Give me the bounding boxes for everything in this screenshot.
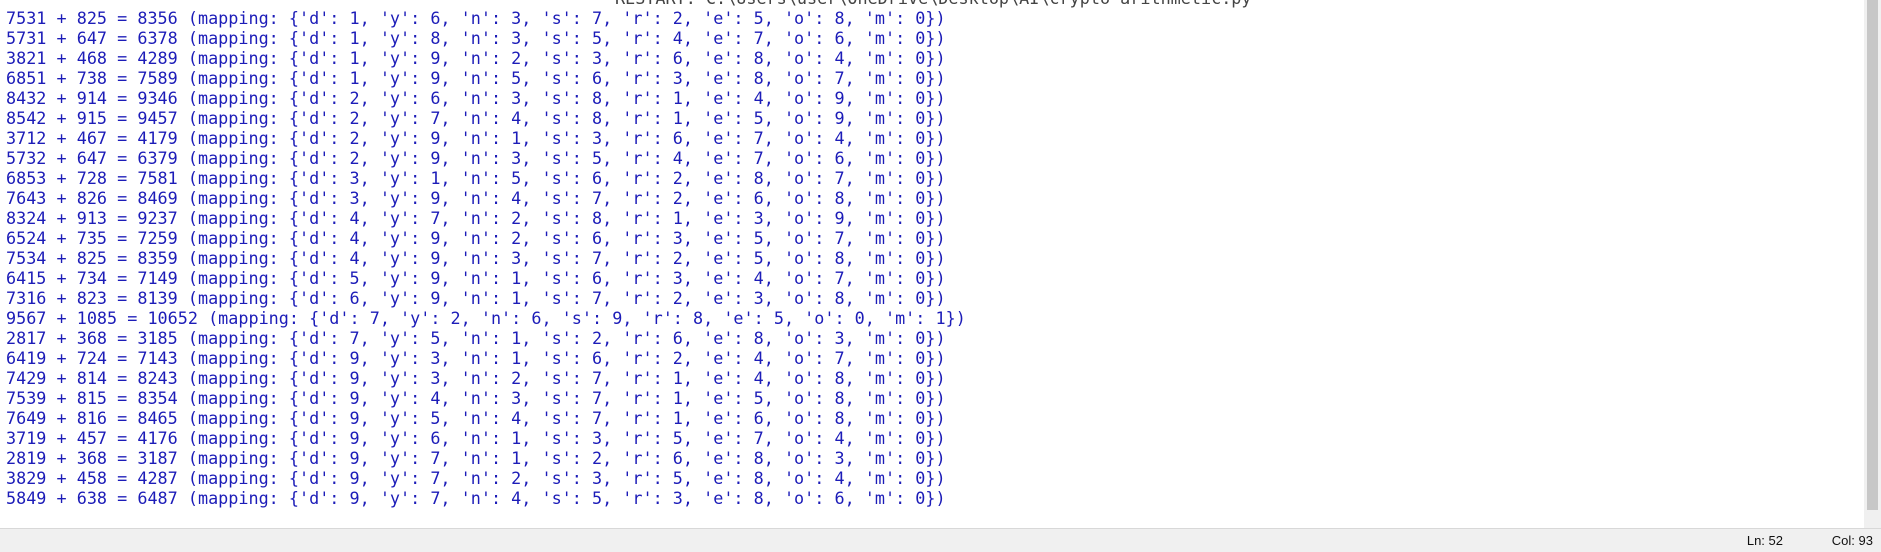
output-line: 5732 + 647 = 6379 (mapping: {'d': 2, 'y'… xyxy=(6,148,946,168)
output-line: 7649 + 816 = 8465 (mapping: {'d': 9, 'y'… xyxy=(6,408,946,428)
output-line: 6851 + 738 = 7589 (mapping: {'d': 1, 'y'… xyxy=(6,68,946,88)
output-line: 3829 + 458 = 4287 (mapping: {'d': 9, 'y'… xyxy=(6,468,946,488)
output-line: 7531 + 825 = 8356 (mapping: {'d': 1, 'y'… xyxy=(6,8,946,28)
status-bar: Ln: 52 Col: 93 xyxy=(0,529,1881,552)
output-line: 2819 + 368 = 3187 (mapping: {'d': 9, 'y'… xyxy=(6,448,946,468)
output-line: 7429 + 814 = 8243 (mapping: {'d': 9, 'y'… xyxy=(6,368,946,388)
output-line: 8542 + 915 = 9457 (mapping: {'d': 2, 'y'… xyxy=(6,108,946,128)
output-line: 6419 + 724 = 7143 (mapping: {'d': 9, 'y'… xyxy=(6,348,946,368)
output-line: 6415 + 734 = 7149 (mapping: {'d': 5, 'y'… xyxy=(6,268,946,288)
line-number-indicator: Ln: 52 xyxy=(1746,533,1783,548)
output-line: 3821 + 468 = 4289 (mapping: {'d': 1, 'y'… xyxy=(6,48,946,68)
restart-header-line: RESTART: C:\Users\user\OneDrive\Desktop\… xyxy=(615,0,1252,8)
output-line: 3719 + 457 = 4176 (mapping: {'d': 9, 'y'… xyxy=(6,428,946,448)
output-line: 7643 + 826 = 8469 (mapping: {'d': 3, 'y'… xyxy=(6,188,946,208)
output-line: 6524 + 735 = 7259 (mapping: {'d': 4, 'y'… xyxy=(6,228,946,248)
scrollbar-thumb[interactable] xyxy=(1867,0,1878,510)
output-line: 2817 + 368 = 3185 (mapping: {'d': 7, 'y'… xyxy=(6,328,946,348)
output-line: 8324 + 913 = 9237 (mapping: {'d': 4, 'y'… xyxy=(6,208,946,228)
output-line: 9567 + 1085 = 10652 (mapping: {'d': 7, '… xyxy=(6,308,966,328)
output-line: 3712 + 467 = 4179 (mapping: {'d': 2, 'y'… xyxy=(6,128,946,148)
shell-output-area[interactable]: RESTART: C:\Users\user\OneDrive\Desktop\… xyxy=(0,0,1864,528)
output-line: 7539 + 815 = 8354 (mapping: {'d': 9, 'y'… xyxy=(6,388,946,408)
output-line: 6853 + 728 = 7581 (mapping: {'d': 3, 'y'… xyxy=(6,168,946,188)
python-shell-window: RESTART: C:\Users\user\OneDrive\Desktop\… xyxy=(0,0,1881,552)
output-line: 7316 + 823 = 8139 (mapping: {'d': 6, 'y'… xyxy=(6,288,946,308)
output-line: 5731 + 647 = 6378 (mapping: {'d': 1, 'y'… xyxy=(6,28,946,48)
output-line: 8432 + 914 = 9346 (mapping: {'d': 2, 'y'… xyxy=(6,88,946,108)
output-line: 5849 + 638 = 6487 (mapping: {'d': 9, 'y'… xyxy=(6,488,946,508)
output-line: 7534 + 825 = 8359 (mapping: {'d': 4, 'y'… xyxy=(6,248,946,268)
column-number-indicator: Col: 93 xyxy=(1831,533,1873,548)
vertical-scrollbar[interactable] xyxy=(1864,0,1881,530)
